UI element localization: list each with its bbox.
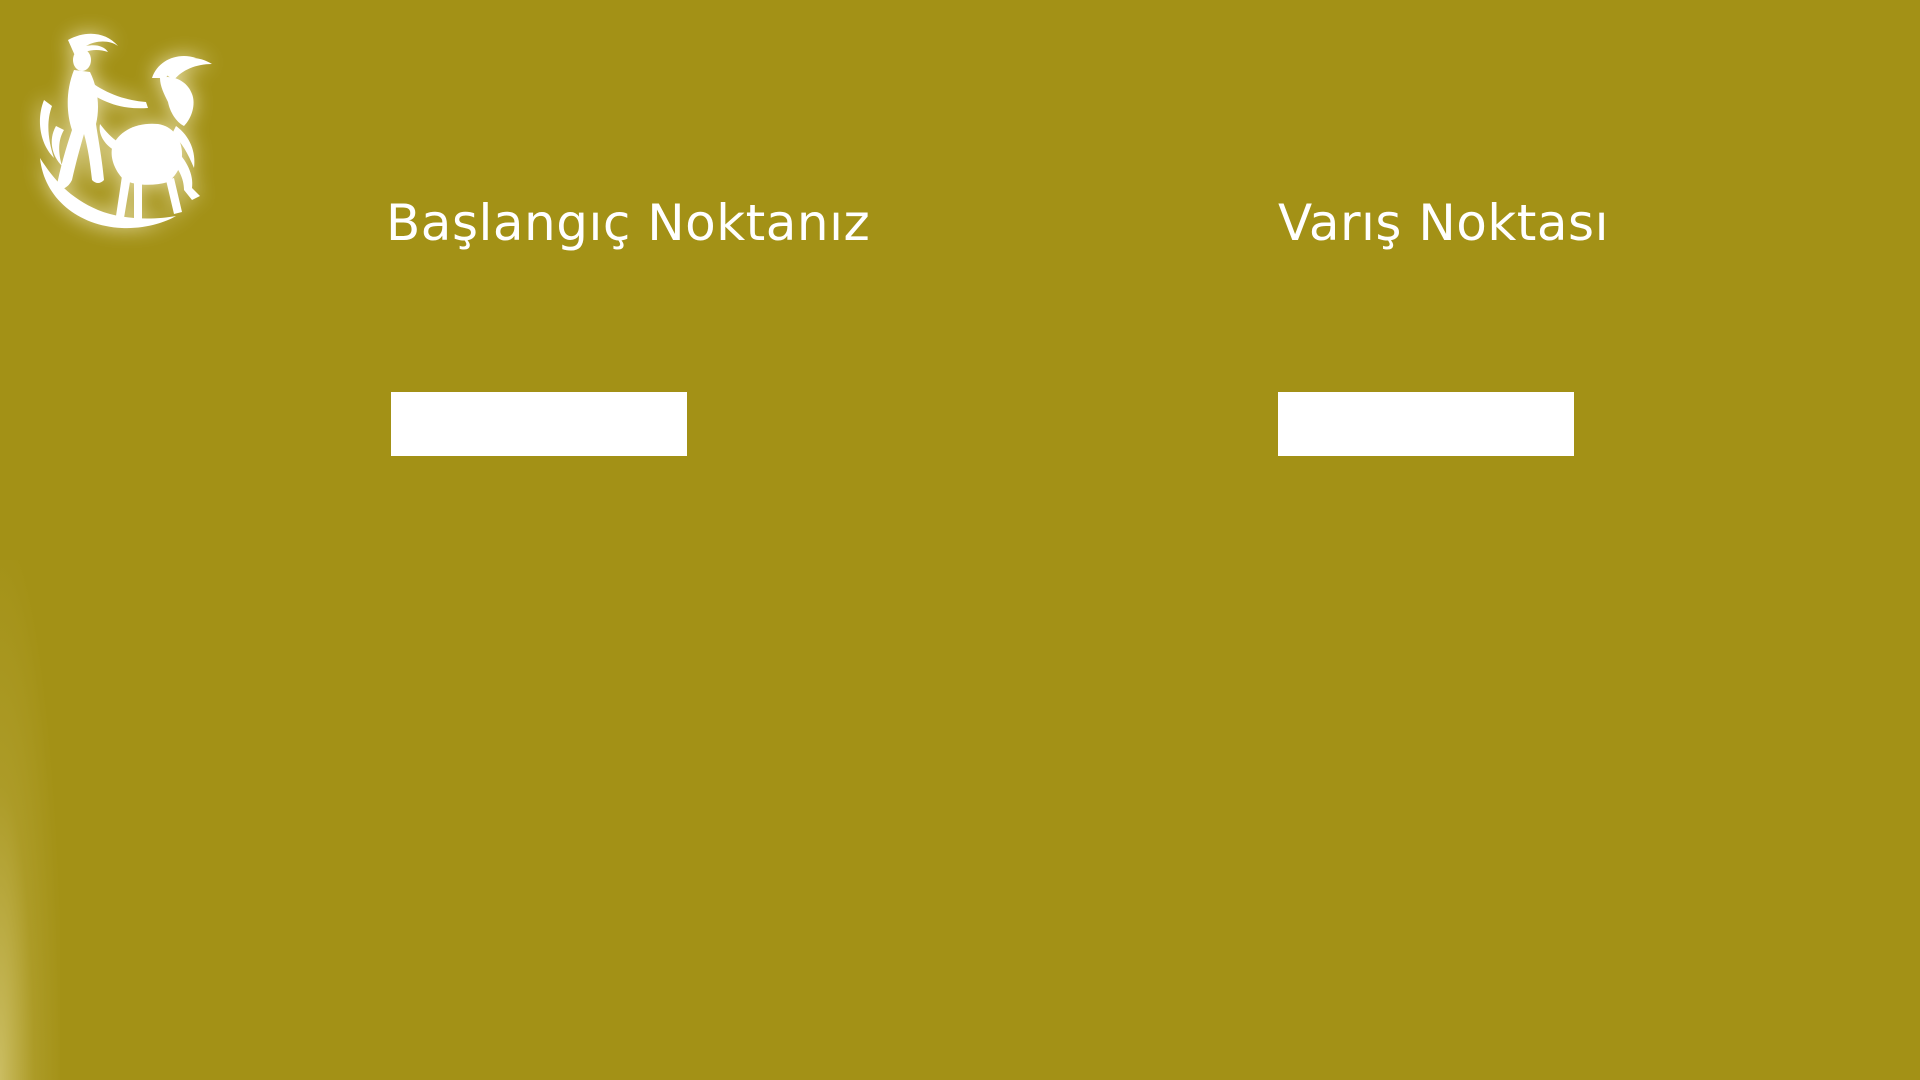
destination-label: Varış Noktası [1278, 194, 1609, 252]
main-panel [24, 0, 1920, 1050]
corner-glow [0, 560, 60, 1080]
destination-input[interactable] [1278, 392, 1574, 456]
start-point-label: Başlangıç Noktanız [386, 194, 871, 252]
start-point-input[interactable] [391, 392, 687, 456]
maiden-and-goat-emblem-icon [39, 33, 212, 229]
